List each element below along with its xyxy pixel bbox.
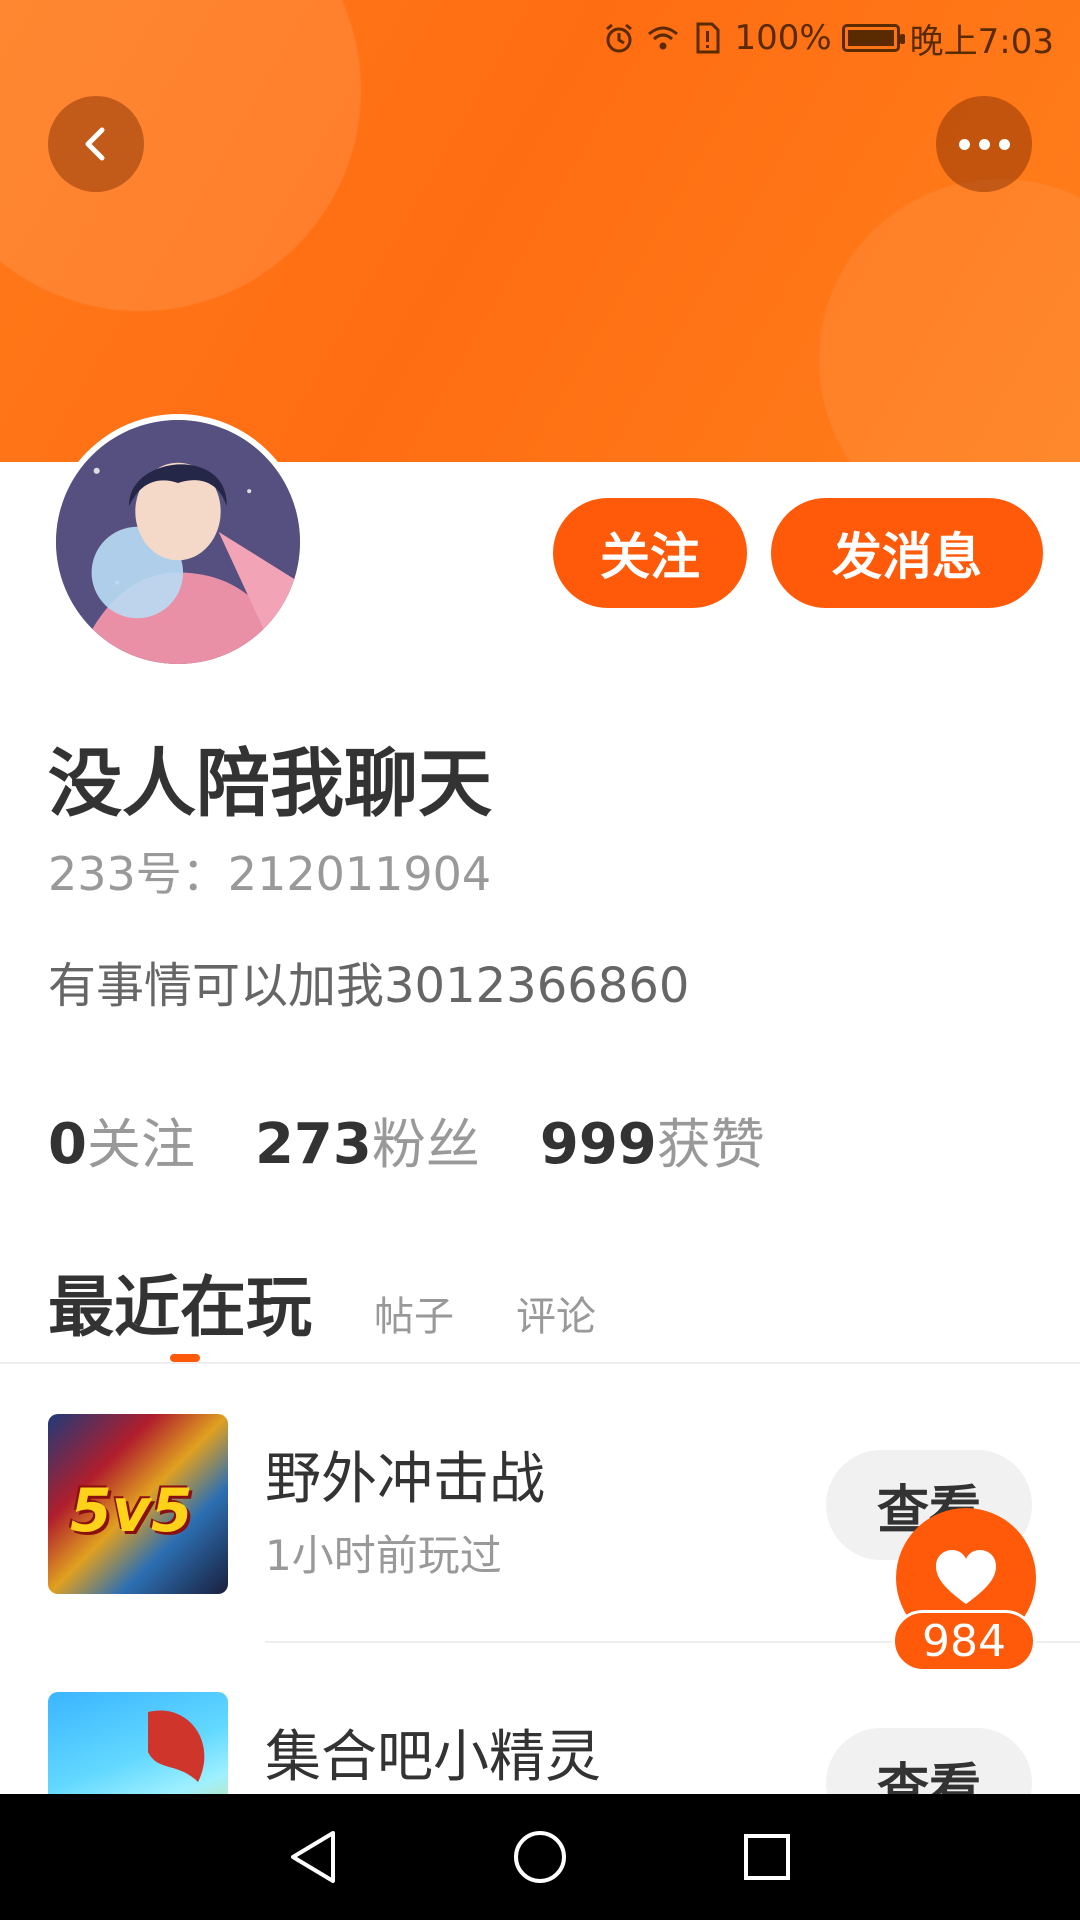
profile-name: 没人陪我聊天: [48, 741, 492, 827]
stat-following-label: 关注: [86, 1113, 195, 1176]
battery-icon: [841, 24, 905, 52]
profile-banner: 100% 晚上7:03: [0, 0, 1080, 462]
stat-following-count: 0: [48, 1112, 87, 1177]
profile-bio: 有事情可以加我3012366860: [48, 958, 690, 1014]
wifi-icon: [648, 26, 679, 50]
stat-following[interactable]: 0 关注: [48, 1100, 195, 1179]
follow-button[interactable]: 关注: [553, 498, 747, 608]
more-button[interactable]: [936, 96, 1032, 192]
profile-id: 233号：212011904: [48, 847, 492, 901]
nav-home-button[interactable]: [500, 1817, 580, 1897]
more-dots-icon: [958, 138, 1010, 150]
back-button[interactable]: [48, 96, 144, 192]
stat-fans-count: 273: [254, 1112, 372, 1177]
game-thumbnail-logo: 5v5: [70, 1476, 193, 1546]
tab-posts[interactable]: 帖子: [374, 1284, 454, 1342]
recents-square-icon: [743, 1834, 790, 1880]
tab-recently-played[interactable]: 最近在玩: [48, 1254, 312, 1350]
system-nav-bar: [0, 1794, 1080, 1920]
profile-stats: 0 关注 273 粉丝 999 获赞: [48, 1100, 825, 1179]
back-triangle-icon: [291, 1831, 336, 1883]
heart-icon: [936, 1550, 996, 1604]
stat-fans[interactable]: 273 粉丝: [255, 1100, 480, 1179]
chevron-left-icon: [85, 127, 105, 161]
clock: 晚上7:03: [909, 21, 1054, 62]
status-bar: 100% 晚上7:03: [602, 14, 1054, 62]
tab-comments[interactable]: 评论: [516, 1284, 596, 1342]
active-tab-indicator: [170, 1354, 200, 1362]
game-title: 集合吧小精灵: [265, 1725, 601, 1790]
game-last-played: 1小时前玩过: [265, 1531, 502, 1580]
alarm-icon: [606, 23, 633, 53]
sim-alert-icon: [696, 22, 720, 54]
avatar-illustration: [56, 420, 300, 664]
stat-likes-label: 获赞: [656, 1113, 765, 1176]
tab-divider: [0, 1362, 1080, 1364]
avatar[interactable]: [50, 414, 306, 670]
game-thumbnail: 5v5: [48, 1414, 228, 1594]
stat-fans-label: 粉丝: [371, 1113, 480, 1176]
profile-page: 100% 晚上7:03 关注 发消息 没人陪我聊天 233号：212011904…: [0, 0, 1080, 1920]
stat-likes[interactable]: 999 获赞: [540, 1100, 765, 1179]
nav-back-button[interactable]: [273, 1817, 353, 1897]
stat-likes-count: 999: [539, 1112, 657, 1177]
game-title: 野外冲击战: [265, 1447, 545, 1512]
like-count-badge: 984: [892, 1610, 1036, 1672]
home-circle-icon: [513, 1831, 566, 1883]
profile-tabs: 最近在玩 帖子 评论: [48, 1254, 596, 1350]
nav-recents-button[interactable]: [727, 1817, 807, 1897]
send-message-button[interactable]: 发消息: [771, 498, 1043, 608]
battery-percent: 100%: [734, 18, 832, 58]
